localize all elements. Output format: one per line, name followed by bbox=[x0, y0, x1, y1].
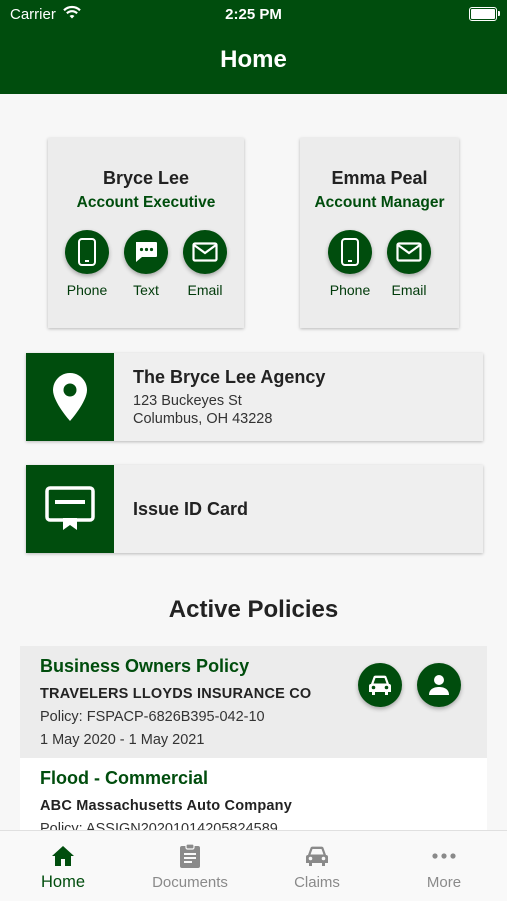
tab-documents[interactable]: Documents bbox=[127, 831, 253, 901]
email-icon bbox=[396, 242, 422, 262]
tab-more-label: More bbox=[426, 874, 462, 891]
phone-icon bbox=[78, 238, 96, 266]
tab-more[interactable]: More bbox=[381, 831, 507, 901]
id-card-icon-box bbox=[26, 465, 114, 553]
tab-documents-label: Documents bbox=[152, 874, 228, 891]
contact-card-bryce-lee: Bryce Lee Account Executive Phone Text E… bbox=[48, 138, 244, 328]
home-icon bbox=[52, 846, 74, 866]
email-button[interactable]: Email bbox=[180, 230, 230, 298]
phone-label: Phone bbox=[66, 282, 108, 298]
email-label: Email bbox=[391, 282, 427, 298]
agency-address-line2: Columbus, OH 43228 bbox=[133, 411, 273, 427]
policy-number: Policy: ASSIGN20201014205824589 bbox=[40, 821, 278, 830]
battery-icon bbox=[469, 7, 500, 21]
clipboard-icon bbox=[180, 843, 200, 868]
page-title: Home bbox=[220, 46, 287, 73]
phone-button[interactable]: Phone bbox=[62, 230, 112, 298]
agency-name: The Bryce Lee Agency bbox=[133, 367, 326, 387]
policy-dates: 1 May 2020 - 1 May 2021 bbox=[40, 732, 205, 748]
tab-home-label: Home bbox=[40, 873, 85, 891]
agency-icon-box bbox=[26, 353, 114, 441]
app-header: Carrier 2:25 PM Home bbox=[0, 0, 507, 94]
car-icon bbox=[306, 846, 328, 866]
person-icon bbox=[429, 675, 449, 695]
text-button[interactable]: Text bbox=[121, 230, 171, 298]
contact-card-emma-peal: Emma Peal Account Manager Phone Email bbox=[300, 138, 459, 328]
text-label: Text bbox=[133, 282, 159, 298]
tab-bar: Home Documents Claims More bbox=[0, 830, 507, 901]
contact-role: Account Manager bbox=[314, 194, 445, 211]
status-bar: Carrier 2:25 PM bbox=[0, 4, 507, 24]
more-dots-icon bbox=[432, 853, 456, 859]
contact-name: Emma Peal bbox=[331, 168, 428, 188]
tab-claims-label: Claims bbox=[294, 874, 340, 891]
phone-label: Phone bbox=[329, 282, 371, 298]
chat-icon bbox=[136, 242, 157, 262]
email-button[interactable]: Email bbox=[384, 230, 434, 298]
id-card-icon bbox=[45, 486, 95, 530]
location-pin-icon bbox=[53, 373, 87, 421]
email-label: Email bbox=[187, 282, 223, 298]
policy-company: ABC Massachusetts Auto Company bbox=[40, 798, 293, 814]
policy-item[interactable]: Business Owners Policy TRAVELERS LLOYDS … bbox=[20, 646, 487, 758]
tab-claims[interactable]: Claims bbox=[254, 831, 380, 901]
agency-card[interactable]: The Bryce Lee Agency 123 Buckeyes St Col… bbox=[26, 353, 483, 441]
issue-id-card-label: Issue ID Card bbox=[133, 499, 249, 519]
active-policies-heading: Active Policies bbox=[168, 596, 339, 623]
agency-address-line1: 123 Buckeyes St bbox=[133, 393, 242, 409]
policy-item[interactable]: Flood - Commercial ABC Massachusetts Aut… bbox=[20, 758, 487, 830]
issue-id-card-button[interactable]: Issue ID Card bbox=[26, 465, 483, 553]
drivers-button[interactable] bbox=[417, 663, 461, 707]
email-icon bbox=[192, 242, 218, 262]
clock: 2:25 PM bbox=[225, 6, 282, 23]
contact-role: Account Executive bbox=[76, 194, 216, 211]
policy-number: Policy: FSPACP-6826B395-042-10 bbox=[40, 709, 265, 725]
policy-company: TRAVELERS LLOYDS INSURANCE CO bbox=[40, 686, 312, 702]
contact-name: Bryce Lee bbox=[102, 168, 190, 188]
policy-name: Flood - Commercial bbox=[40, 768, 209, 788]
phone-icon bbox=[341, 238, 359, 266]
tab-home[interactable]: Home bbox=[0, 831, 126, 901]
car-icon bbox=[369, 675, 391, 695]
phone-button[interactable]: Phone bbox=[325, 230, 375, 298]
vehicles-button[interactable] bbox=[358, 663, 402, 707]
policy-name: Business Owners Policy bbox=[40, 656, 250, 676]
